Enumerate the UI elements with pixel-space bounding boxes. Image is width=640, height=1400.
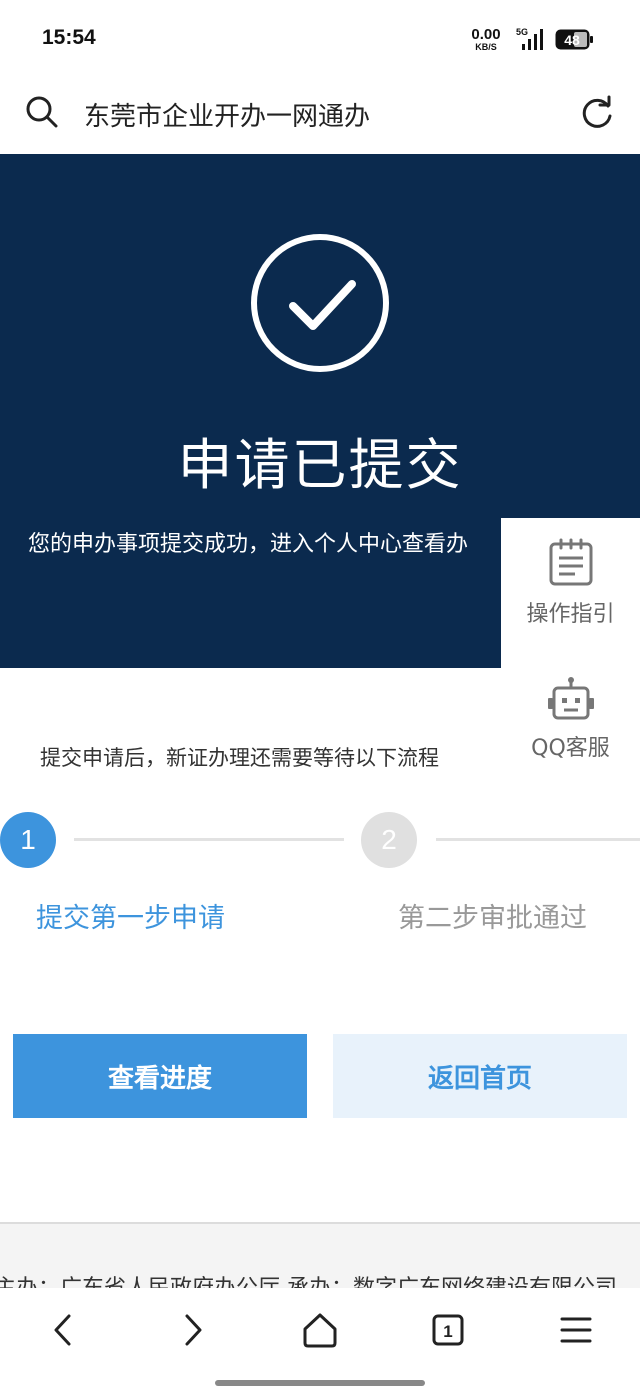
step-2-marker: 2 [361, 812, 417, 868]
view-progress-button[interactable]: 查看进度 [13, 1034, 307, 1118]
net-speed-unit: KB/S [475, 42, 497, 52]
forward-icon[interactable] [172, 1310, 212, 1350]
net-speed: 0.00 KB/S [466, 27, 506, 52]
hero-subtitle: 您的申办事项提交成功，进入个人中心查看办 [28, 532, 469, 557]
floating-side-panel: 操作指引 QQ客服 [501, 518, 640, 800]
net-speed-value: 0.00 [471, 26, 501, 43]
tabs-icon[interactable]: 1 [428, 1310, 468, 1350]
back-icon[interactable] [44, 1310, 84, 1350]
home-icon[interactable] [300, 1310, 340, 1350]
step-1-marker: 1 [0, 812, 56, 868]
hero-title: 申请已提交 [177, 433, 463, 497]
battery-level: 48 [564, 32, 580, 48]
browser-nav-bar: 1 [0, 1288, 640, 1400]
step-progress: 1 2 提交第一步申请 第二步审批通过 [0, 812, 640, 952]
step-2-label: 第二步审批通过 [398, 903, 587, 934]
robot-icon [547, 677, 594, 720]
menu-icon[interactable] [556, 1310, 596, 1350]
step-1-label: 提交第一步申请 [36, 903, 225, 934]
qq-service-label: QQ客服 [531, 736, 610, 761]
footer: 主办：广东省人民政府办公厅 承办：数字广东网络建设有限公司 [0, 1224, 640, 1288]
status-bar: 15:54 0.00 KB/S 5G 48 [0, 0, 640, 80]
home-indicator[interactable] [215, 1380, 425, 1386]
tab-count: 1 [443, 1322, 452, 1341]
step-connector [436, 838, 640, 841]
notepad-icon [549, 538, 592, 586]
guide-label: 操作指引 [526, 602, 615, 627]
network-type: 5G [516, 27, 528, 37]
qq-service-button[interactable]: QQ客服 [501, 676, 640, 762]
reload-icon[interactable] [578, 94, 616, 132]
battery-icon: 48 [555, 29, 593, 50]
page-title[interactable]: 东莞市企业开办一网通办 [84, 96, 370, 133]
status-time: 15:54 [42, 26, 96, 49]
address-bar: 东莞市企业开办一网通办 [0, 80, 640, 154]
process-note: 提交申请后，新证办理还需要等待以下流程 [40, 746, 439, 770]
return-home-button[interactable]: 返回首页 [333, 1034, 627, 1118]
check-circle-icon [251, 234, 389, 372]
signal-icon: 5G [516, 27, 543, 50]
guide-button[interactable]: 操作指引 [501, 538, 640, 628]
step-connector [74, 838, 344, 841]
search-icon[interactable] [24, 94, 60, 130]
footer-text: 主办：广东省人民政府办公厅 承办：数字广东网络建设有限公司 [0, 1270, 617, 1288]
